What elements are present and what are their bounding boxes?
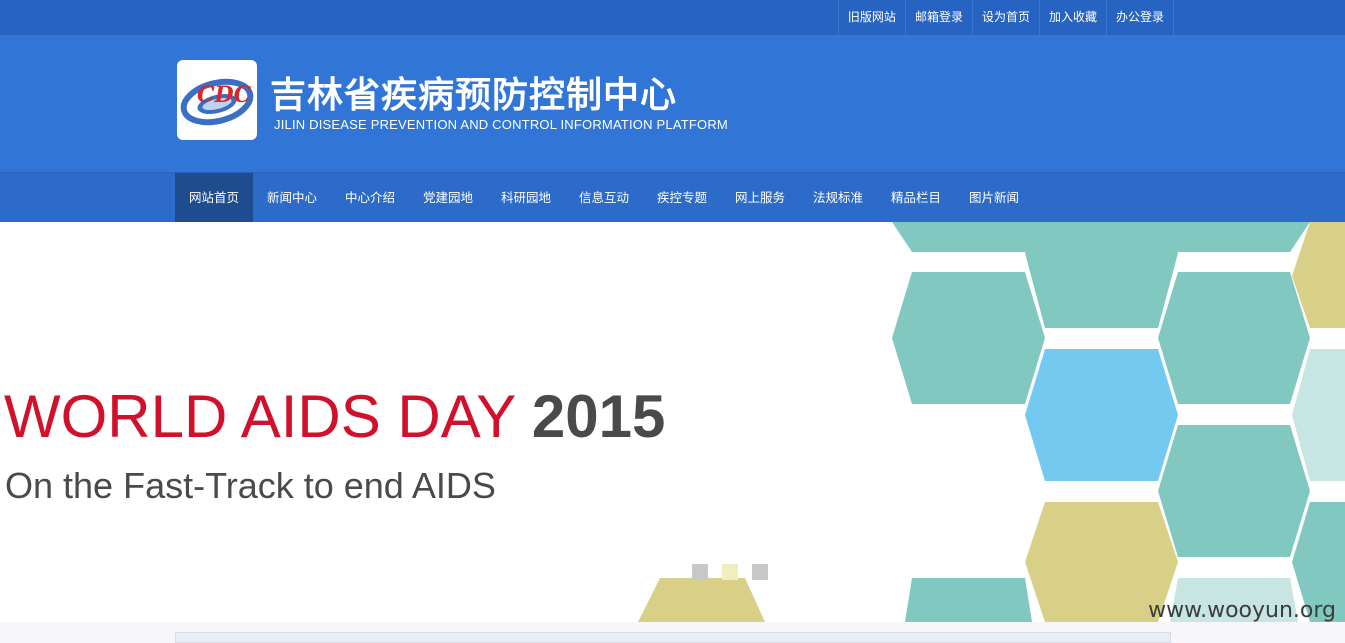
cdc-logo[interactable]: CDC (177, 60, 257, 140)
nav-items: 网站首页 新闻中心 中心介绍 党建园地 科研园地 信息互动 疾控专题 网上服务 … (175, 173, 1033, 223)
top-bar: 旧版网站 邮箱登录 设为首页 加入收藏 办公登录 (0, 0, 1345, 35)
add-favorite-link[interactable]: 加入收藏 (1038, 0, 1106, 35)
cdc-logo-icon: CDC (180, 78, 254, 126)
nav-item-topics[interactable]: 疾控专题 (643, 173, 721, 223)
watermark: www.wooyun.org (1148, 598, 1336, 623)
site-subtitle: JILIN DISEASE PREVENTION AND CONTROL INF… (274, 117, 728, 132)
headline-year: 2015 (531, 383, 666, 450)
nav-item-regulations[interactable]: 法规标准 (799, 173, 877, 223)
banner-headline: WORLD AIDS DAY 2015 (4, 384, 665, 450)
headline-red-text: WORLD AIDS DAY (4, 383, 516, 450)
main-nav: 网站首页 新闻中心 中心介绍 党建园地 科研园地 信息互动 疾控专题 网上服务 … (0, 172, 1345, 223)
nav-item-about[interactable]: 中心介绍 (331, 173, 409, 223)
nav-item-featured[interactable]: 精品栏目 (877, 173, 955, 223)
content-panel (175, 632, 1171, 643)
nav-item-home[interactable]: 网站首页 (175, 173, 253, 223)
site-title: 吉林省疾病预防控制中心 (270, 74, 678, 116)
logo-text: CDC (197, 82, 252, 108)
slider-dot-active[interactable] (722, 564, 738, 580)
site-header: CDC 吉林省疾病预防控制中心 JILIN DISEASE PREVENTION… (0, 35, 1345, 172)
slider-dot[interactable] (692, 564, 708, 580)
set-homepage-link[interactable]: 设为首页 (971, 0, 1039, 35)
old-site-link[interactable]: 旧版网站 (837, 0, 905, 35)
nav-item-party[interactable]: 党建园地 (409, 173, 487, 223)
slider-dots (692, 564, 768, 580)
top-links: 旧版网站 邮箱登录 设为首页 加入收藏 办公登录 (837, 0, 1174, 35)
nav-item-photo-news[interactable]: 图片新闻 (955, 173, 1033, 223)
office-login-link[interactable]: 办公登录 (1105, 0, 1174, 35)
nav-item-interaction[interactable]: 信息互动 (565, 173, 643, 223)
nav-item-research[interactable]: 科研园地 (487, 173, 565, 223)
nav-item-online-services[interactable]: 网上服务 (721, 173, 799, 223)
mail-login-link[interactable]: 邮箱登录 (904, 0, 972, 35)
hero-banner[interactable]: WORLD AIDS DAY 2015 On the Fast-Track to… (0, 222, 1345, 622)
banner-tagline: On the Fast-Track to end AIDS (5, 465, 496, 506)
slider-dot[interactable] (752, 564, 768, 580)
nav-item-news[interactable]: 新闻中心 (253, 173, 331, 223)
